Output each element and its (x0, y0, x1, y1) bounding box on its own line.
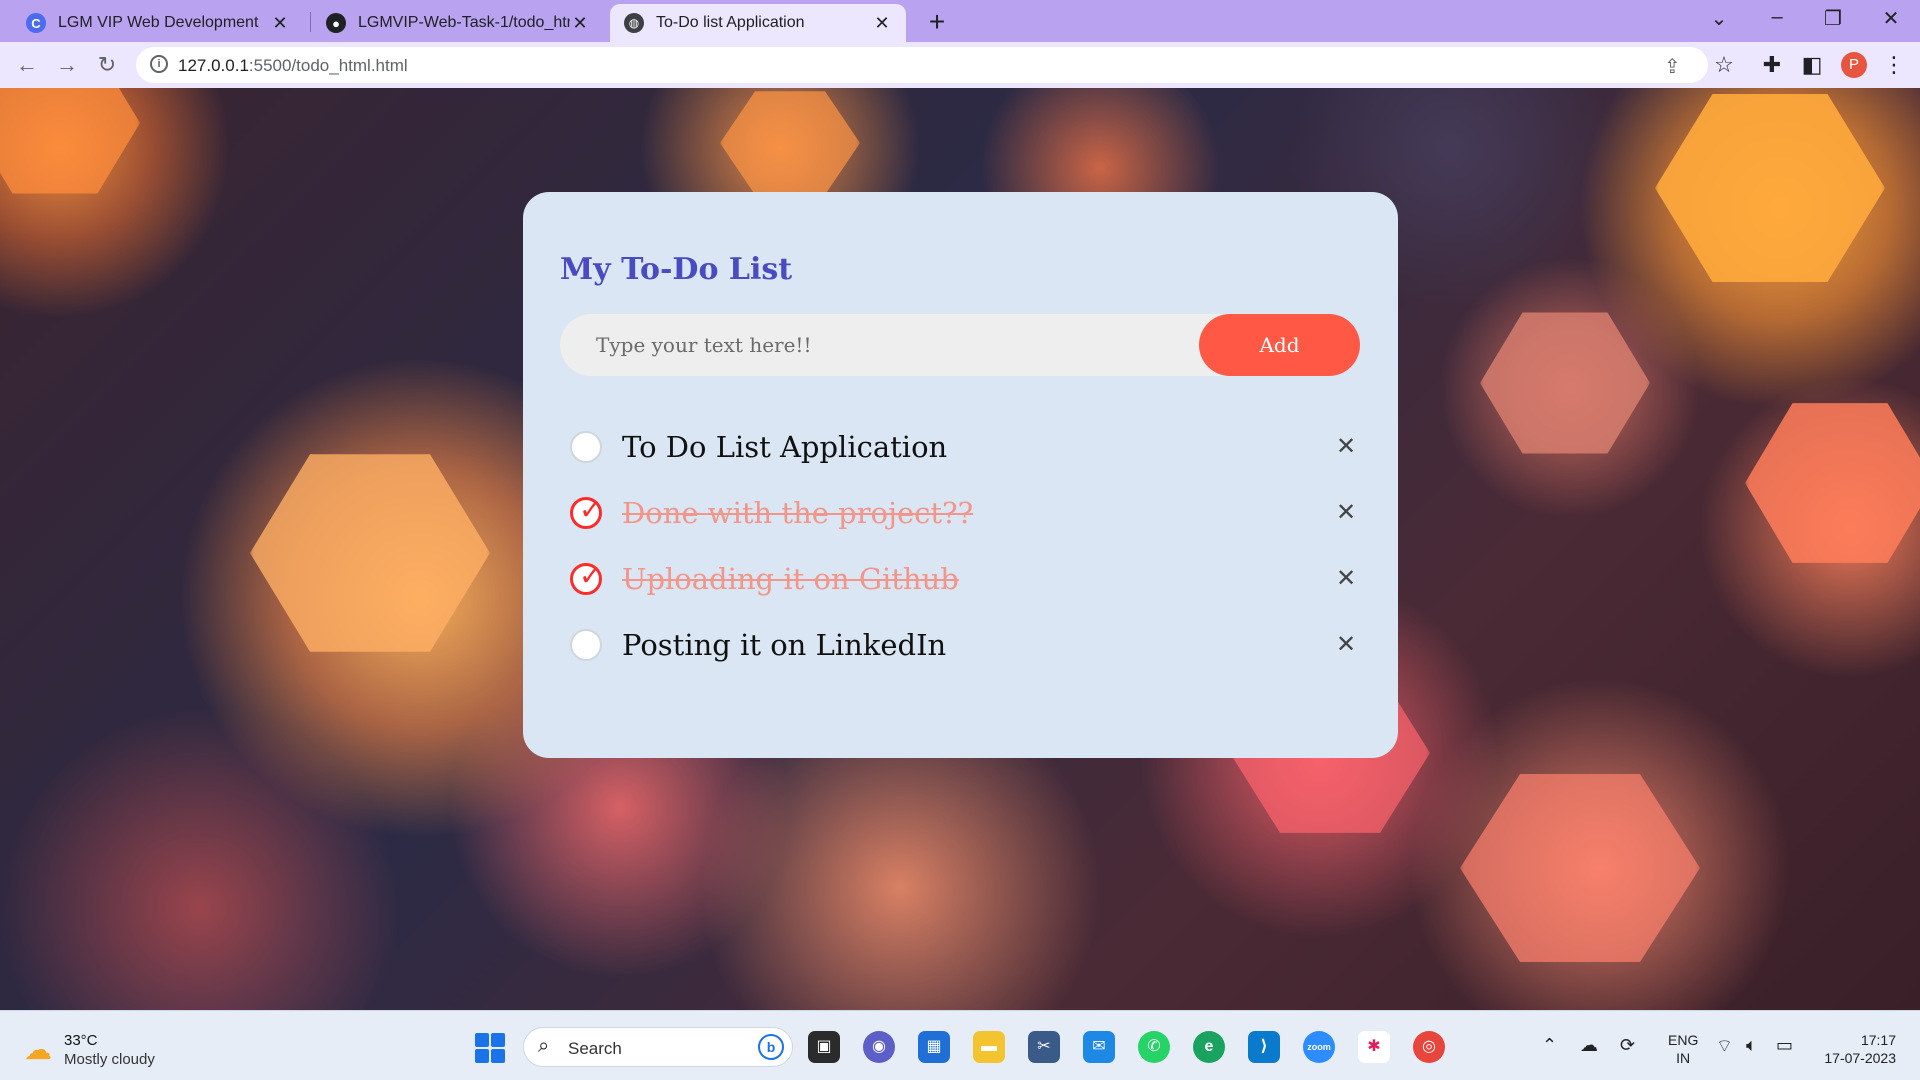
file-explorer-icon[interactable]: ▬ (973, 1031, 1005, 1063)
checked-circle-icon[interactable]: ✓ (570, 560, 603, 595)
task-item[interactable]: ✓ Uploading it on Github ✕ (570, 546, 1360, 612)
sync-update-icon[interactable]: ⟳ (1620, 1035, 1635, 1056)
page-background: My To-Do List Add ✓ To Do List Applicatio… (0, 88, 1920, 1010)
language-indicator[interactable]: ENG IN (1668, 1031, 1698, 1067)
checkmark-icon: ✓ (579, 494, 603, 525)
close-icon[interactable]: ✕ (570, 13, 590, 34)
bokeh-hexagon (1655, 94, 1885, 282)
side-panel-icon[interactable]: ◧ (1798, 52, 1826, 78)
reload-button[interactable]: ↻ (92, 50, 122, 80)
tab-title: LGMVIP-Web-Task-1/todo_html.h (358, 14, 570, 31)
mail-icon[interactable]: ✉ (1083, 1031, 1115, 1063)
tab-search-chevron-icon[interactable]: ⌄ (1704, 6, 1734, 31)
close-icon[interactable]: ✕ (872, 13, 892, 34)
wifi-icon[interactable]: ⌔ (1716, 1035, 1733, 1058)
slack-icon[interactable]: ✱ (1358, 1031, 1390, 1063)
remove-task-button[interactable]: ✕ (1332, 565, 1360, 593)
clock-time: 17:17 (1860, 1032, 1896, 1048)
vscode-icon[interactable]: ⟩ (1248, 1031, 1280, 1063)
chrome-icon[interactable]: ◎ (1413, 1031, 1445, 1063)
checked-circle-icon[interactable]: ✓ (570, 494, 603, 529)
input-row: Add (560, 314, 1360, 376)
remove-task-button[interactable]: ✕ (1332, 499, 1360, 527)
site-info-icon[interactable]: i (150, 55, 168, 73)
battery-icon[interactable]: ▭ (1776, 1035, 1793, 1056)
snipping-tool-icon[interactable]: ✂ (1028, 1031, 1060, 1063)
system-clock[interactable]: 17:17 17-07-2023 (1812, 1031, 1896, 1067)
extensions-puzzle-icon[interactable]: ✚ (1758, 52, 1786, 78)
task-list: ✓ To Do List Application ✕ ✓ Done with the p… (570, 414, 1360, 678)
bing-icon[interactable]: b (758, 1034, 784, 1060)
edge-browser-icon[interactable]: e (1193, 1031, 1225, 1063)
todo-title: My To-Do List (560, 252, 793, 287)
url-host: 127.0.0.1 (178, 56, 249, 75)
tab-title: To-Do list Application (656, 14, 805, 31)
taskbar: ☁ 33°C Mostly cloudy ⌕ Search b ▣ ◉ ▦ ▬ … (0, 1010, 1920, 1080)
task-text: Uploading it on Github (622, 562, 959, 596)
tab-todo-app[interactable]: ◍ To-Do list Application ✕ (610, 4, 906, 42)
bokeh-hexagon (1480, 312, 1650, 454)
back-button[interactable]: ← (12, 50, 42, 80)
clock-date: 17-07-2023 (1824, 1050, 1896, 1066)
language-code: ENG (1668, 1032, 1699, 1048)
weather-description[interactable]: Mostly cloudy (64, 1051, 155, 1068)
share-icon[interactable]: ⇪ (1664, 54, 1681, 79)
cloudy-weather-icon[interactable]: ☁ (24, 1033, 52, 1066)
search-label: Search (568, 1039, 622, 1058)
github-icon: ● (326, 13, 346, 33)
browser-toolbar: ← → ↻ i 127.0.0.1:5500/todo_html.html ⇪ … (0, 42, 1920, 88)
task-item[interactable]: ✓ Posting it on LinkedIn ✕ (570, 612, 1360, 678)
bokeh-hexagon (1745, 403, 1920, 563)
task-item[interactable]: ✓ Done with the project?? ✕ (570, 480, 1360, 546)
bokeh-hexagon (250, 454, 490, 652)
remove-task-button[interactable]: ✕ (1332, 433, 1360, 461)
tab-strip: C LGM VIP Web Development ✕ ● LGMVIP-Web… (0, 0, 1920, 42)
add-button[interactable]: Add (1199, 314, 1360, 376)
task-text: To Do List Application (622, 430, 948, 464)
new-tab-button[interactable]: + (922, 6, 952, 38)
taskbar-search[interactable]: ⌕ Search b (523, 1027, 793, 1067)
tab-lgm-vip[interactable]: C LGM VIP Web Development ✕ (12, 4, 304, 42)
weather-temperature[interactable]: 33°C (64, 1032, 98, 1049)
menu-kebab-icon[interactable]: ⋮ (1880, 52, 1908, 78)
bokeh-hexagon (1460, 774, 1700, 962)
tab-title: LGM VIP Web Development (58, 14, 259, 31)
task-item[interactable]: ✓ To Do List Application ✕ (570, 414, 1360, 480)
bookmark-star-icon[interactable]: ☆ (1710, 52, 1738, 78)
show-hidden-icons-chevron-icon[interactable]: ⌃ (1542, 1035, 1557, 1056)
restore-button[interactable]: ❐ (1818, 6, 1848, 31)
url-path: :5500/todo_html.html (248, 56, 408, 75)
microsoft-store-icon[interactable]: ▦ (918, 1031, 950, 1063)
lgm-favicon-icon: C (26, 13, 46, 33)
region-code: IN (1676, 1050, 1691, 1066)
task-text: Posting it on LinkedIn (622, 628, 947, 662)
globe-icon: ◍ (624, 13, 644, 33)
minimize-button[interactable]: – (1762, 6, 1792, 29)
profile-avatar[interactable]: P (1841, 52, 1867, 78)
close-window-button[interactable]: ✕ (1876, 6, 1906, 31)
tab-github[interactable]: ● LGMVIP-Web-Task-1/todo_html.h ✕ (312, 4, 604, 42)
task-text: Done with the project?? (622, 496, 974, 530)
windows-start-icon[interactable] (475, 1033, 505, 1063)
remove-task-button[interactable]: ✕ (1332, 631, 1360, 659)
search-icon: ⌕ (538, 1035, 550, 1057)
url-text: 127.0.0.1:5500/todo_html.html (178, 56, 408, 76)
bokeh-hexagon (0, 88, 140, 194)
teams-chat-icon[interactable]: ◉ (863, 1031, 895, 1063)
unchecked-circle-icon[interactable]: ✓ (570, 431, 602, 463)
tab-separator (310, 12, 311, 32)
whatsapp-icon[interactable]: ✆ (1138, 1031, 1170, 1063)
task-view-icon[interactable]: ▣ (808, 1031, 840, 1063)
bokeh-hexagon (720, 91, 860, 195)
task-input[interactable] (560, 314, 1210, 376)
checkmark-icon: ✓ (579, 560, 603, 591)
close-icon[interactable]: ✕ (270, 13, 290, 34)
onedrive-cloud-icon[interactable]: ☁ (1580, 1035, 1598, 1056)
address-bar[interactable]: i 127.0.0.1:5500/todo_html.html ⇪ (136, 47, 1708, 83)
unchecked-circle-icon[interactable]: ✓ (570, 629, 602, 661)
zoom-icon[interactable]: zoom (1303, 1031, 1335, 1063)
volume-icon[interactable]: 🔈︎ (1746, 1035, 1757, 1056)
forward-button[interactable]: → (52, 50, 82, 80)
todo-card: My To-Do List Add ✓ To Do List Applicatio… (523, 192, 1398, 758)
